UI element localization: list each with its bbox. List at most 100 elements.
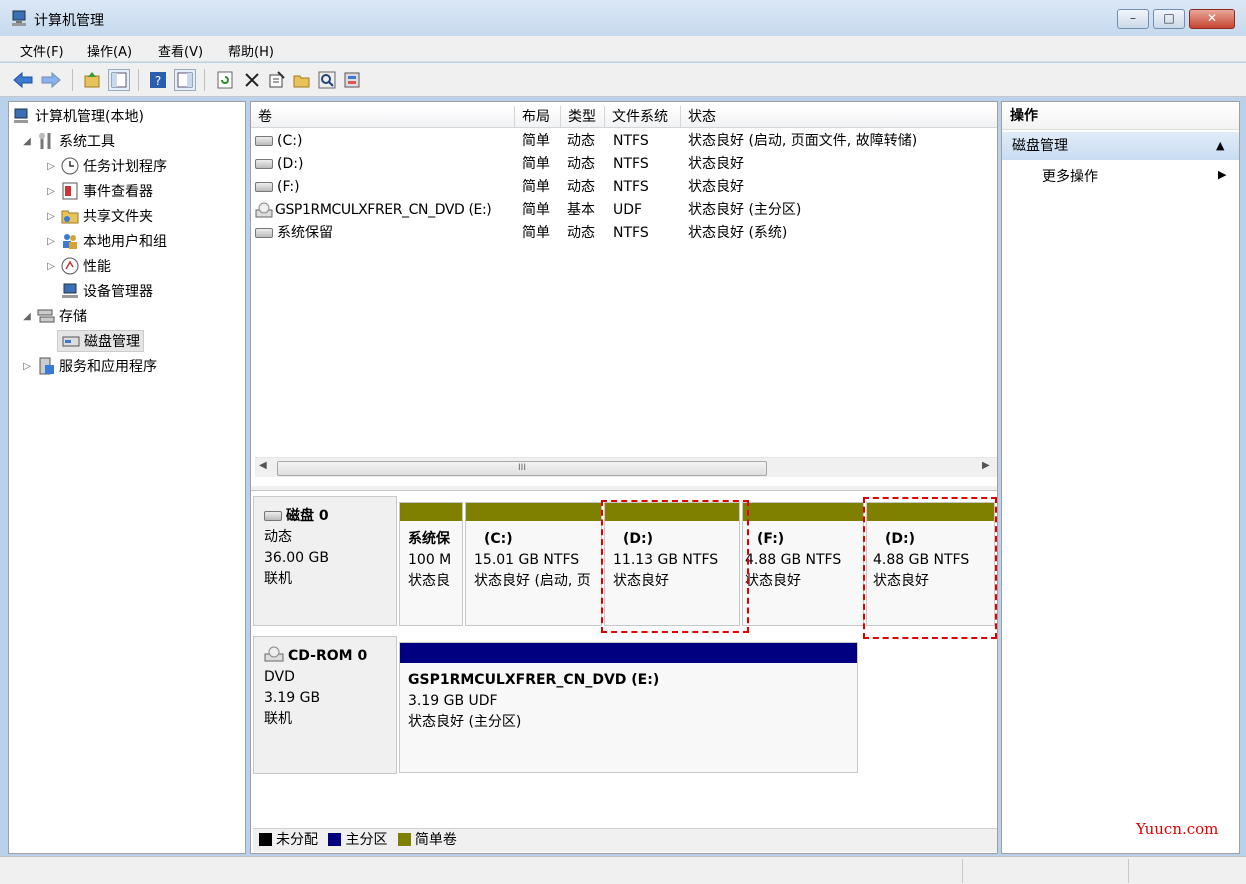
tree-label: 任务计划程序 xyxy=(83,159,167,175)
type-cell: 基本 xyxy=(567,202,595,218)
title-bar[interactable]: 计算机管理 – □ ✕ xyxy=(0,0,1246,36)
expand-arrow-icon[interactable]: ▷ xyxy=(45,161,57,172)
performance-icon xyxy=(61,257,79,275)
expand-arrow-icon[interactable]: ▷ xyxy=(45,211,57,222)
tree-item-device-manager[interactable]: 设备管理器 xyxy=(57,280,153,302)
more-actions-item[interactable]: 更多操作 ▶ xyxy=(1002,162,1239,190)
tree-item-performance[interactable]: ▷ 性能 xyxy=(45,255,111,277)
device-manager-icon xyxy=(62,283,78,298)
watermark: Yuucn.com xyxy=(1136,820,1219,838)
show-hide-tree-icon[interactable] xyxy=(108,69,130,91)
table-row[interactable]: (C:) 简单 动态 NTFS 状态良好 (启动, 页面文件, 故障转储) xyxy=(251,130,997,153)
clock-icon xyxy=(61,157,79,175)
collapse-up-icon[interactable]: ▲ xyxy=(1216,132,1224,160)
back-icon[interactable] xyxy=(12,69,34,91)
refresh-icon[interactable] xyxy=(214,69,236,91)
pane-splitter[interactable] xyxy=(251,486,997,491)
partition-dvd-e[interactable]: GSP1RMCULXFRER_CN_DVD (E:) 3.19 GB UDF 状态良… xyxy=(399,642,858,773)
filesystem-cell: NTFS xyxy=(613,225,649,241)
disk-info-disk0[interactable]: 磁盘 0 动态 36.00 GB 联机 xyxy=(253,496,397,626)
column-volume[interactable]: 卷 xyxy=(251,106,515,128)
legend-swatch xyxy=(259,833,272,846)
filesystem-cell: NTFS xyxy=(613,133,649,149)
center-pane: 卷 布局 类型 文件系统 状态 (C:) 简单 动态 NTFS 状态良好 (启动… xyxy=(250,101,998,854)
tree-label: 存储 xyxy=(59,309,87,325)
expand-arrow-icon[interactable]: ▷ xyxy=(21,361,33,372)
actions-section-disk-management[interactable]: 磁盘管理 ▲ xyxy=(1002,132,1239,160)
services-icon xyxy=(39,357,54,375)
cd-drive-icon xyxy=(264,646,284,662)
partition-name: (F:) xyxy=(757,531,785,547)
scroll-right-icon[interactable]: ▶ xyxy=(982,460,990,471)
volume-name: (C:) xyxy=(277,133,303,149)
tree-label: 性能 xyxy=(83,259,111,275)
properties-icon[interactable] xyxy=(266,69,288,91)
column-status[interactable]: 状态 xyxy=(681,106,997,128)
partition-bar xyxy=(400,503,462,521)
tree-item-storage[interactable]: ◢ 存储 xyxy=(21,305,87,327)
tree-item-disk-management[interactable]: 磁盘管理 xyxy=(57,330,144,352)
type-cell: 动态 xyxy=(567,225,595,241)
menu-file[interactable]: 文件(F) xyxy=(20,41,64,60)
delete-icon[interactable] xyxy=(241,69,263,91)
expand-arrow-icon[interactable]: ▷ xyxy=(45,236,57,247)
forward-icon[interactable] xyxy=(40,69,62,91)
horizontal-scrollbar[interactable]: ◀ III ▶ xyxy=(255,457,997,477)
tree-item-shared-folders[interactable]: ▷ 共享文件夹 xyxy=(45,205,153,227)
menu-view[interactable]: 查看(V) xyxy=(158,41,203,60)
collapse-arrow-icon[interactable]: ◢ xyxy=(21,311,33,322)
find-icon[interactable] xyxy=(316,69,338,91)
status-cell: 状态良好 (启动, 页面文件, 故障转储) xyxy=(688,133,918,149)
tree-label: 本地用户和组 xyxy=(83,234,167,250)
partition-system-reserved[interactable]: 系统保 100 M 状态良 xyxy=(399,502,463,626)
storage-icon xyxy=(37,309,55,323)
show-hide-action-pane-icon[interactable] xyxy=(174,69,196,91)
menu-help[interactable]: 帮助(H) xyxy=(228,41,274,60)
tree-item-computer-management[interactable]: 计算机管理(本地) xyxy=(13,105,144,127)
tree-label: 事件查看器 xyxy=(83,184,153,200)
layout-cell: 简单 xyxy=(522,133,550,149)
partition-f[interactable]: (F:) 4.88 GB NTFS 状态良好 xyxy=(742,502,864,626)
disk-info-cdrom0[interactable]: CD-ROM 0 DVD 3.19 GB 联机 xyxy=(253,636,397,774)
minimize-button[interactable]: – xyxy=(1117,9,1149,29)
tree-item-task-scheduler[interactable]: ▷ 任务计划程序 xyxy=(45,155,167,177)
partition-c[interactable]: (C:) 15.01 GB NTFS 状态良好 (启动, 页 xyxy=(465,502,602,626)
tree-item-local-users[interactable]: ▷ 本地用户和组 xyxy=(45,230,167,252)
table-row[interactable]: (D:) 简单 动态 NTFS 状态良好 xyxy=(251,153,997,176)
partition-bar xyxy=(400,643,857,663)
expand-arrow-icon[interactable]: ▷ xyxy=(45,261,57,272)
status-separator xyxy=(962,859,963,883)
shared-folder-icon xyxy=(61,210,79,224)
layout-cell: 简单 xyxy=(522,202,550,218)
tree-item-system-tools[interactable]: ◢ 系统工具 xyxy=(21,130,115,152)
help-icon[interactable]: ? xyxy=(147,69,169,91)
table-row[interactable]: (F:) 简单 动态 NTFS 状态良好 xyxy=(251,176,997,199)
event-viewer-icon xyxy=(62,182,78,200)
table-row[interactable]: 系统保留 简单 动态 NTFS 状态良好 (系统) xyxy=(251,222,997,245)
maximize-button[interactable]: □ xyxy=(1153,9,1185,29)
scroll-left-icon[interactable]: ◀ xyxy=(259,460,267,471)
open-folder-icon[interactable] xyxy=(291,69,313,91)
menu-action[interactable]: 操作(A) xyxy=(87,41,132,60)
volume-icon xyxy=(255,228,273,238)
table-row[interactable]: GSP1RMCULXFRER_CN_DVD (E:) 简单 基本 UDF 状态良… xyxy=(251,199,997,222)
close-button[interactable]: ✕ xyxy=(1189,9,1235,29)
scroll-thumb[interactable]: III xyxy=(277,461,767,476)
tree-label: 共享文件夹 xyxy=(83,209,153,225)
up-folder-icon[interactable] xyxy=(81,69,103,91)
column-type[interactable]: 类型 xyxy=(561,106,605,128)
tree-item-event-viewer[interactable]: ▷ 事件查看器 xyxy=(45,180,153,202)
column-layout[interactable]: 布局 xyxy=(515,106,561,128)
disk-size: 36.00 GB xyxy=(264,550,329,566)
layout-cell: 简单 xyxy=(522,179,550,195)
column-filesystem[interactable]: 文件系统 xyxy=(605,106,681,128)
disk-properties-icon[interactable] xyxy=(341,69,363,91)
collapse-arrow-icon[interactable]: ◢ xyxy=(21,136,33,147)
window-title: 计算机管理 xyxy=(34,13,104,29)
partition-status: 状态良 xyxy=(408,573,450,589)
volume-name: GSP1RMCULXFRER_CN_DVD (E:) xyxy=(275,202,492,218)
expand-arrow-icon[interactable]: ▷ xyxy=(45,186,57,197)
layout-cell: 简单 xyxy=(522,156,550,172)
tree-label: 服务和应用程序 xyxy=(59,359,157,375)
tree-item-services-apps[interactable]: ▷ 服务和应用程序 xyxy=(21,355,157,377)
